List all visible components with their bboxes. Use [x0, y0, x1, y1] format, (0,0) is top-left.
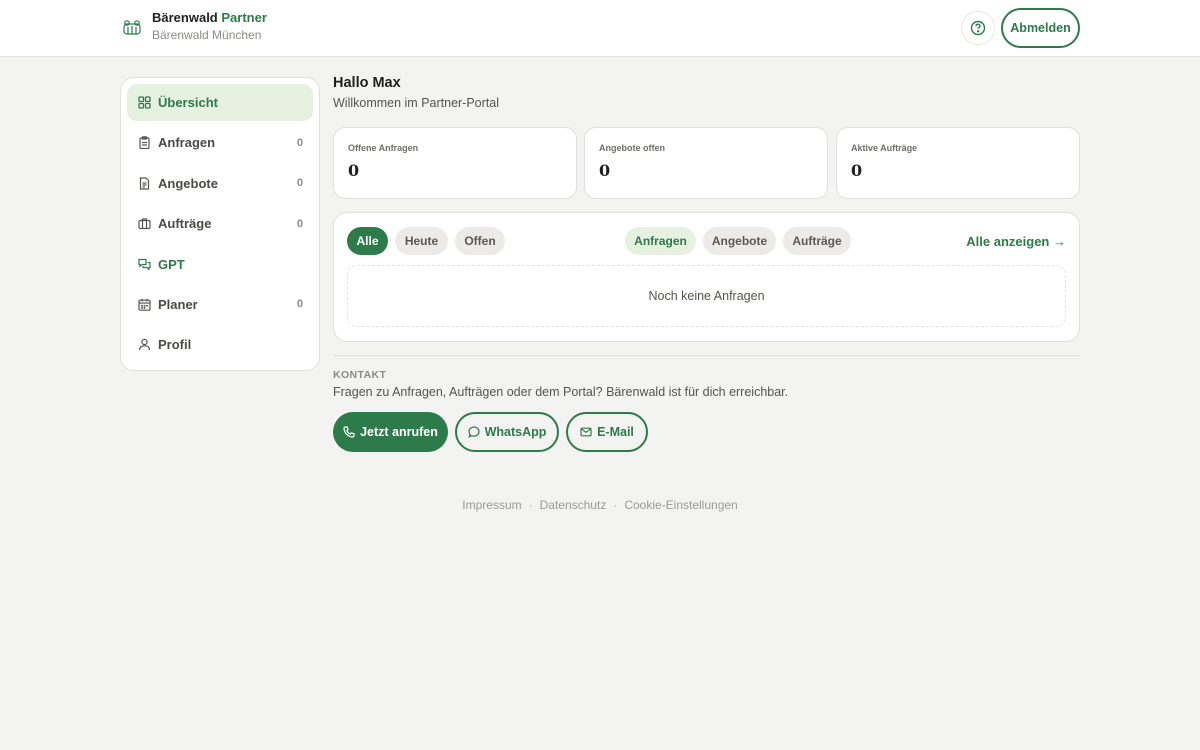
type-chip-angebote[interactable]: Angebote	[703, 227, 776, 255]
sidebar-item-label: Aufträge	[158, 216, 212, 232]
page-subtitle: Willkommen im Partner-Portal	[333, 96, 500, 110]
sidebar-item-angebote[interactable]: Angebote 0	[127, 165, 313, 202]
top-header: Bärenwald Partner Bärenwald München Abme…	[0, 0, 1200, 57]
stat-label: Aktive Aufträge	[851, 143, 918, 153]
sidebar-item-count: 0	[296, 177, 303, 190]
footer-separator: ·	[613, 498, 618, 512]
sidebar-item-profil[interactable]: Profil	[127, 326, 313, 363]
sidebar-item-uebersicht[interactable]: Übersicht	[127, 84, 313, 121]
sidebar-item-label: Profil	[158, 337, 192, 353]
sidebar-item-count: 0	[296, 136, 303, 149]
brand-name: Bärenwald	[152, 10, 218, 25]
call-button-label: Jetzt anrufen	[360, 425, 438, 439]
call-button[interactable]: Jetzt anrufen	[333, 412, 448, 452]
help-circle-icon	[970, 20, 986, 36]
page-title: Hallo Max	[333, 75, 401, 91]
contact-description: Fragen zu Anfragen, Aufträgen oder dem P…	[333, 385, 789, 399]
document-icon	[138, 177, 151, 190]
whatsapp-button-label: WhatsApp	[484, 425, 547, 439]
type-chip-anfragen[interactable]: Anfragen	[625, 227, 696, 255]
stat-label: Offene Anfragen	[348, 143, 419, 153]
brand[interactable]: Bärenwald Partner Bärenwald München	[121, 10, 267, 44]
bear-logo-icon	[121, 17, 143, 39]
footer-link-datenschutz[interactable]: Datenschutz	[540, 498, 607, 512]
calendar-icon	[138, 298, 151, 311]
stat-card-aktive-auftraege[interactable]: Aktive Aufträge 0	[836, 127, 1080, 199]
footer-separator: ·	[528, 498, 533, 512]
footer-link-cookie-einstellungen[interactable]: Cookie-Einstellungen	[624, 498, 737, 512]
email-button[interactable]: E-Mail	[566, 412, 648, 452]
brand-title: Bärenwald Partner	[152, 10, 267, 26]
sidebar-item-auftraege[interactable]: Aufträge 0	[127, 205, 313, 242]
brand-accent: Partner	[221, 10, 267, 25]
stat-value: 0	[348, 161, 360, 180]
sidebar-item-label: Übersicht	[158, 95, 218, 110]
stat-card-angebote-offen[interactable]: Angebote offen 0	[584, 127, 828, 199]
logout-button[interactable]: Abmelden	[1001, 8, 1080, 48]
sidebar-item-label: Planer	[158, 296, 198, 312]
stat-value: 0	[851, 161, 863, 180]
contact-heading: KONTAKT	[333, 369, 387, 381]
email-button-label: E-Mail	[597, 425, 634, 439]
sidebar-item-count: 0	[296, 217, 303, 230]
divider	[333, 355, 1080, 356]
sidebar-item-label: Angebote	[158, 175, 218, 191]
mail-icon	[580, 426, 592, 438]
footer-link-impressum[interactable]: Impressum	[462, 498, 521, 512]
sidebar-item-gpt[interactable]: GPT	[127, 246, 313, 283]
stat-value: 0	[599, 161, 611, 180]
filter-chip-heute[interactable]: Heute	[395, 227, 448, 255]
stat-card-offene-anfragen[interactable]: Offene Anfragen 0	[333, 127, 577, 199]
sidebar-nav: Übersicht Anfragen 0 Angebote 0 Aufträge…	[120, 77, 320, 371]
clipboard-icon	[138, 136, 151, 150]
activity-panel: Alle Heute Offen Anfragen Angebote Auftr…	[333, 212, 1080, 342]
filter-chip-alle[interactable]: Alle	[347, 227, 388, 255]
whatsapp-button[interactable]: WhatsApp	[455, 412, 559, 452]
sidebar-item-label: Anfragen	[158, 135, 216, 151]
brand-subtitle: Bärenwald München	[152, 28, 262, 42]
sidebar-item-anfragen[interactable]: Anfragen 0	[127, 124, 313, 161]
help-button[interactable]	[961, 11, 995, 45]
sidebar-item-count: 0	[296, 298, 303, 311]
footer: Impressum · Datenschutz · Cookie-Einstel…	[0, 498, 1200, 512]
show-all-link[interactable]: Alle anzeigen →	[966, 234, 1066, 249]
phone-icon	[343, 426, 355, 438]
type-chip-auftraege[interactable]: Aufträge	[783, 227, 851, 255]
empty-state: Noch keine Anfragen	[347, 265, 1066, 327]
sidebar-item-label: GPT	[158, 256, 185, 272]
sidebar-item-planer[interactable]: Planer 0	[127, 286, 313, 323]
user-icon	[138, 338, 151, 351]
stat-label: Angebote offen	[599, 143, 665, 153]
grid-icon	[138, 96, 151, 109]
briefcase-icon	[138, 217, 151, 230]
filter-chip-offen[interactable]: Offen	[455, 227, 505, 255]
chat-icon	[138, 258, 151, 271]
message-circle-icon	[467, 426, 480, 438]
